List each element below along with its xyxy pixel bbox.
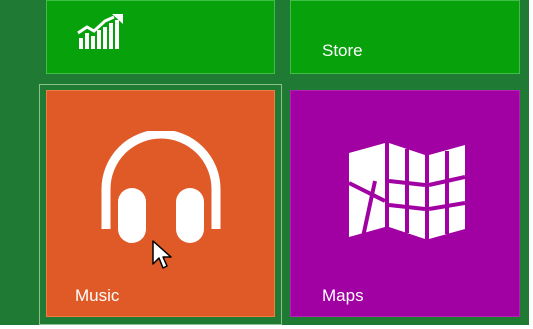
- folded-map-icon: [345, 141, 465, 241]
- mouse-pointer-icon: [152, 240, 174, 277]
- tile-finance[interactable]: [46, 0, 275, 74]
- tile-label-store: Store: [322, 41, 363, 60]
- tile-store[interactable]: Store: [290, 0, 520, 74]
- headphones-icon: [96, 131, 226, 243]
- tile-label-maps: Maps: [322, 286, 364, 305]
- tile-maps[interactable]: Maps: [290, 90, 520, 317]
- finance-chart-icon: [77, 14, 125, 50]
- start-screen: Store Music Maps: [0, 0, 529, 325]
- tile-music[interactable]: Music: [46, 90, 275, 317]
- tile-label-music: Music: [75, 286, 120, 305]
